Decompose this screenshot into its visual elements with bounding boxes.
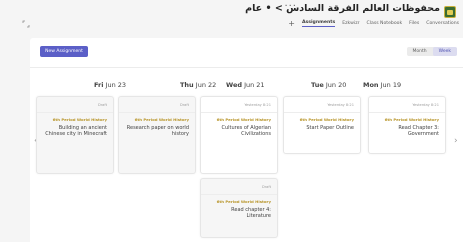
card-divider bbox=[119, 112, 195, 113]
card-divider bbox=[201, 194, 277, 195]
tab-conversations[interactable]: Conversations bbox=[426, 21, 459, 27]
channel-header: محفوظات العالم الفرقة السادس > • عام ···… bbox=[0, 0, 463, 36]
card-title: Read Chapter 3: Government bbox=[398, 125, 439, 137]
card-title: Read chapter 4: Literature bbox=[231, 207, 271, 219]
channel-tabs: Conversations Files Class Notebook Ezkwi… bbox=[288, 19, 459, 27]
assignment-card[interactable]: Yesterday 8:21 6th Period World History … bbox=[283, 96, 361, 154]
tab-class-notebook[interactable]: Class Notebook bbox=[367, 21, 403, 27]
card-due-date: Yesterday 8:21 bbox=[327, 103, 354, 107]
tab-assignments[interactable]: Assignments bbox=[301, 20, 336, 27]
card-title: Research paper on world history bbox=[126, 125, 189, 137]
card-class-name: 6th Period World History bbox=[384, 117, 439, 122]
week-day-headers: Fri Jun 23 Thu Jun 22 Wed Jun 21 Tue Jun… bbox=[30, 81, 463, 93]
card-class-name: 6th Period World History bbox=[216, 117, 271, 122]
assignment-card[interactable]: Draft 6th Period World History Read chap… bbox=[200, 178, 278, 238]
card-due-date: Draft bbox=[261, 185, 271, 189]
card-due-date: Yesterday 8:21 bbox=[412, 103, 439, 107]
add-tab-icon[interactable]: + bbox=[288, 19, 295, 27]
assignments-panel: New Assignment Month Week Fri Jun 23 Thu… bbox=[30, 38, 463, 242]
week-view-button[interactable]: Week bbox=[432, 47, 457, 56]
day-header-mon: Mon Jun 19 bbox=[363, 81, 402, 89]
card-due-date: Draft bbox=[179, 103, 189, 107]
card-title: Cultures of Algerian Civilizations bbox=[221, 125, 271, 137]
card-title: Building an ancient Chinese city in Mine… bbox=[45, 125, 107, 137]
card-divider bbox=[369, 112, 445, 113]
card-class-name: 6th Period World History bbox=[299, 117, 354, 122]
tab-files[interactable]: Files bbox=[409, 21, 419, 27]
assignment-card[interactable]: Yesterday 8:21 6th Period World History … bbox=[200, 96, 278, 174]
card-divider bbox=[284, 112, 360, 113]
card-divider bbox=[37, 112, 113, 113]
view-toggle: Month Week bbox=[406, 47, 457, 56]
assignment-card[interactable]: Draft 6th Period World History Research … bbox=[118, 96, 196, 174]
day-header-thu: Thu Jun 22 bbox=[180, 81, 217, 89]
team-avatar-image bbox=[447, 9, 453, 15]
card-divider bbox=[201, 112, 277, 113]
team-avatar[interactable] bbox=[444, 6, 456, 18]
card-class-name: 6th Period World History bbox=[134, 117, 189, 122]
tab-ezkwizr[interactable]: Ezkwizr bbox=[342, 21, 359, 27]
assignment-card[interactable]: Yesterday 8:21 6th Period World History … bbox=[368, 96, 446, 154]
teams-app: محفوظات العالم الفرقة السادس > • عام ···… bbox=[0, 0, 463, 242]
next-week-arrow-icon[interactable]: › bbox=[454, 136, 462, 146]
assignment-card[interactable]: Draft 6th Period World History Building … bbox=[36, 96, 114, 174]
expand-icon[interactable] bbox=[22, 20, 30, 28]
toolbar-divider bbox=[30, 67, 463, 68]
day-header-tue: Tue Jun 20 bbox=[311, 81, 347, 89]
card-class-name: 6th Period World History bbox=[52, 117, 107, 122]
day-header-fri: Fri Jun 23 bbox=[94, 81, 127, 89]
new-assignment-button[interactable]: New Assignment bbox=[40, 46, 88, 57]
card-title: Start Paper Outline bbox=[306, 125, 354, 131]
month-view-button[interactable]: Month bbox=[407, 47, 433, 56]
more-options-icon[interactable]: ··· bbox=[284, 1, 297, 12]
day-header-wed: Wed Jun 21 bbox=[226, 81, 265, 89]
card-class-name: 6th Period World History bbox=[216, 199, 271, 204]
channel-title: محفوظات العالم الفرقة السادس > • عام bbox=[245, 3, 440, 14]
card-due-date: Draft bbox=[97, 103, 107, 107]
card-due-date: Yesterday 8:21 bbox=[244, 103, 271, 107]
